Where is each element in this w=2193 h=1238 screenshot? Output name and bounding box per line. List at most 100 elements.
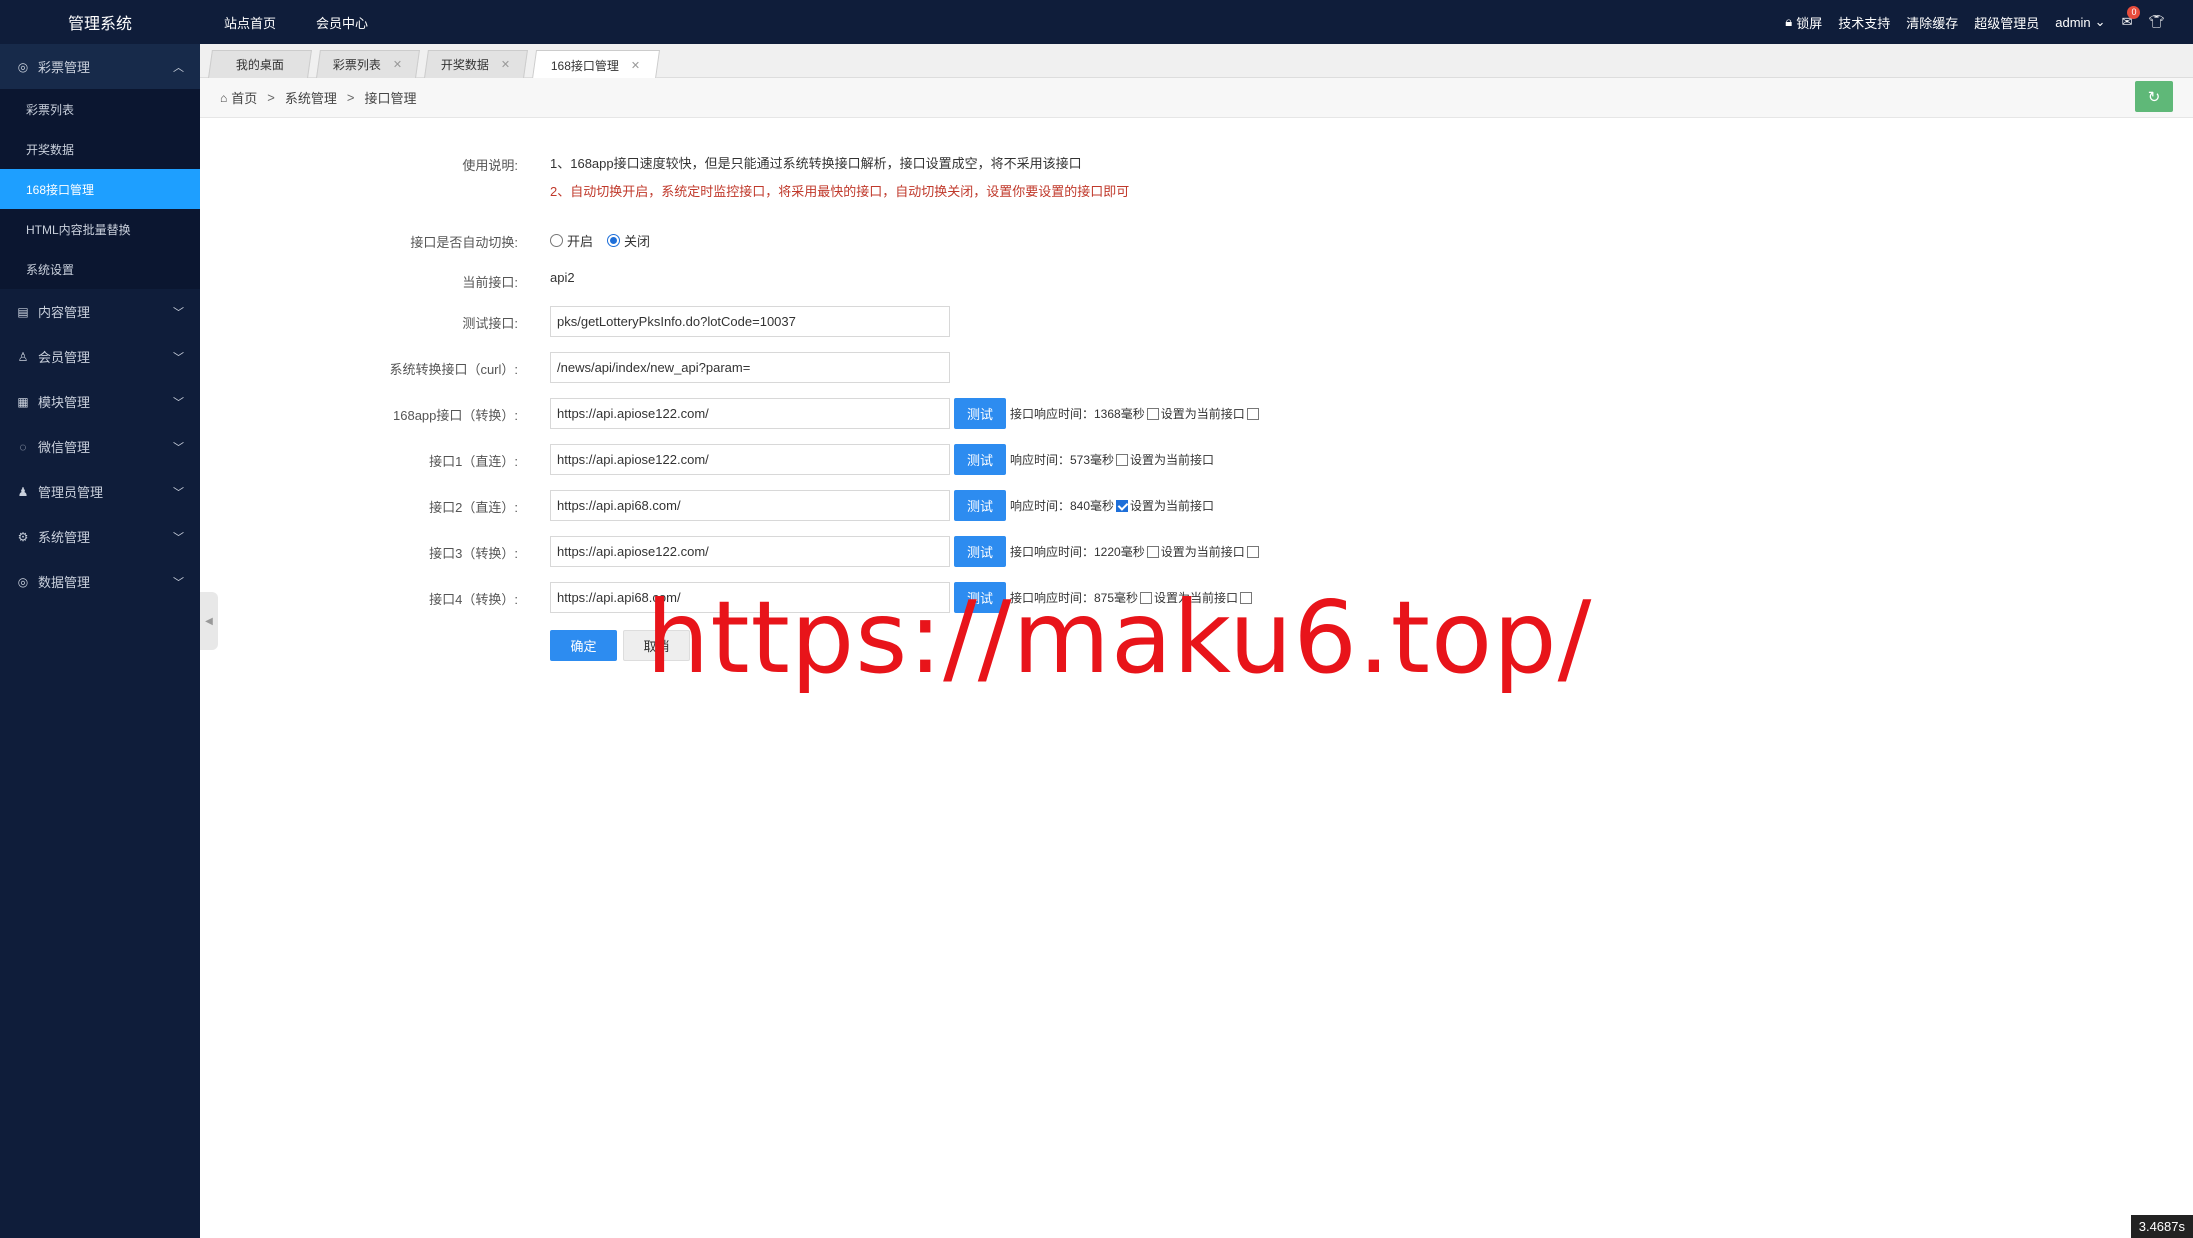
radio-label: 关闭 [624,234,651,249]
set-current-checkbox[interactable] [1116,499,1129,512]
trailing-checkbox[interactable] [1246,407,1259,420]
api-label: 接口4（转换）: [429,592,518,607]
set-current-label: 设置为当前接口 [1160,545,1245,559]
sidebar-item-html-replace[interactable]: HTML内容批量替换 [0,209,200,249]
sidebar-item-system-settings[interactable]: 系统设置 [0,249,200,289]
trailing-checkbox[interactable] [1246,545,1259,558]
sidebar-item-168-api[interactable]: 168接口管理 [0,169,200,209]
admin-icon: ♟ [17,484,29,499]
tab-lottery-list[interactable]: 彩票列表 ✕ [316,50,420,78]
usage-line-1: 1、168app接口速度较快，但是只能通过系统转换接口解析，接口设置成空，将不采… [550,156,1082,171]
tab-label: 我的桌面 [235,58,284,72]
test-api-input[interactable] [550,306,950,337]
sidebar-group-wechat[interactable]: ◌ 微信管理 ﹀ [0,424,200,469]
skin-button[interactable]: 👕︎ [2148,14,2165,30]
auto-switch-on-radio[interactable]: 开启 [550,231,593,250]
sidebar-item-lottery-list[interactable]: 彩票列表 [0,89,200,129]
refresh-button[interactable]: ↻ [2135,81,2173,112]
nav-site-home[interactable]: 站点首页 [224,13,276,32]
close-icon[interactable]: ✕ [393,58,402,71]
sidebar-group-modules[interactable]: ▦ 模块管理 ﹀ [0,379,200,424]
sidebar-group-label: 会员管理 [38,350,91,365]
sidebar-group-label: 模块管理 [38,395,91,410]
tab-label: 开奖数据 [441,58,490,72]
chevron-down-icon: ﹀ [173,576,184,589]
clear-cache-button[interactable]: 清除缓存 [1906,13,1958,32]
close-icon[interactable]: ✕ [501,58,510,71]
sidebar-group-admins[interactable]: ♟ 管理员管理 ﹀ [0,469,200,514]
breadcrumb-system[interactable]: 系统管理 [285,88,337,107]
role-label: 超级管理员 [1974,15,2040,31]
wechat-icon: ◌ [19,439,27,454]
usage-line-2: 2、自动切换开启，系统定时监控接口，将采用最快的接口，自动切换关闭，设置你要设置… [550,184,1130,199]
set-current-checkbox[interactable] [1116,453,1129,466]
sidebar-item-draw-data[interactable]: 开奖数据 [0,129,200,169]
mail-badge: 0 [2127,6,2141,19]
sidebar-group-members[interactable]: ♙ 会员管理 ﹀ [0,334,200,379]
sidebar-group-label: 微信管理 [38,440,91,455]
breadcrumb-separator: > [346,90,355,105]
set-current-label: 设置为当前接口 [1130,499,1215,513]
gear-icon: ⚙ [17,529,29,544]
confirm-button[interactable]: 确定 [550,630,617,661]
auto-switch-off-radio[interactable]: 关闭 [607,231,650,250]
top-header: 管理系统 站点首页 会员中心 🔒︎ 锁屏 技术支持 清除缓存 超级管理员 adm… [0,0,2193,44]
tab-draw-data[interactable]: 开奖数据 ✕ [424,50,528,78]
set-current-checkbox[interactable] [1146,545,1159,558]
lock-screen-button[interactable]: 🔒︎ 锁屏 [1785,13,1822,32]
shirt-icon: 👕︎ [2148,14,2165,29]
lock-label: 锁屏 [1796,15,1823,31]
sidebar-group-label: 数据管理 [38,575,91,590]
sidebar-group-content[interactable]: ▤ 内容管理 ﹀ [0,289,200,334]
api-url-input[interactable] [550,398,950,429]
chevron-up-icon: ︿ [173,61,184,74]
mail-button[interactable]: ✉ 0 [2122,6,2141,30]
usage-label: 使用说明: [462,158,518,173]
support-link[interactable]: 技术支持 [1838,13,1890,32]
current-api-value: api2 [550,270,575,285]
close-icon[interactable]: ✕ [631,59,640,72]
response-time: 响应时间：573毫秒 [1010,453,1115,467]
chevron-down-icon: ﹀ [173,396,184,409]
api-url-input[interactable] [550,536,950,567]
sidebar-group-label: 内容管理 [38,305,91,320]
home-icon: ⌂ [220,90,228,105]
user-menu[interactable]: admin ⌄ [2055,14,2105,30]
tab-168-api[interactable]: 168接口管理 ✕ [531,50,661,79]
test-button[interactable]: 测试 [954,536,1006,567]
chevron-down-icon: ﹀ [173,441,184,454]
watermark-overlay: https://maku6.top/ [646,579,1593,696]
response-time: 接口响应时间：1220毫秒 [1010,545,1145,559]
test-api-label: 测试接口: [462,316,518,331]
radio-circle [550,234,563,247]
api-url-input[interactable] [550,490,950,521]
sidebar-group-label: 管理员管理 [38,485,104,500]
breadcrumb: ⌂ 首页 > 系统管理 > 接口管理 ↻ [200,78,2193,118]
nav-member-center[interactable]: 会员中心 [316,13,368,32]
convert-api-input[interactable] [550,352,950,383]
document-icon: ▤ [17,304,29,319]
auto-switch-label: 接口是否自动切换: [410,235,518,250]
chevron-down-icon: ﹀ [173,486,184,499]
sidebar-group-lottery[interactable]: ◎ 彩票管理 ︿ [0,44,200,89]
test-button[interactable]: 测试 [954,444,1006,475]
chevron-down-icon: ⌄ [2094,14,2106,29]
sidebar-group-system[interactable]: ⚙ 系统管理 ﹀ [0,514,200,559]
tab-bar: 我的桌面 彩票列表 ✕ 开奖数据 ✕ 168接口管理 ✕ [200,44,2193,79]
chevron-down-icon: ﹀ [173,531,184,544]
api-url-input[interactable] [550,444,950,475]
set-current-checkbox[interactable] [1146,407,1159,420]
test-button[interactable]: 测试 [954,490,1006,521]
sidebar-group-label: 彩票管理 [38,60,91,75]
convert-api-label: 系统转换接口（curl）: [389,362,518,377]
response-time: 响应时间：840毫秒 [1010,499,1115,513]
breadcrumb-separator: > [267,90,275,105]
auto-switch-radio-group: 开启 关闭 [550,231,650,250]
test-button[interactable]: 测试 [954,398,1006,429]
load-timer: 3.4687s [2130,1215,2193,1238]
tab-my-desktop[interactable]: 我的桌面 [208,50,312,78]
radio-label: 开启 [567,234,594,249]
breadcrumb-home[interactable]: 首页 [231,88,257,107]
sidebar-group-data[interactable]: ◎ 数据管理 ﹀ [0,559,200,604]
refresh-icon: ↻ [2147,88,2161,106]
